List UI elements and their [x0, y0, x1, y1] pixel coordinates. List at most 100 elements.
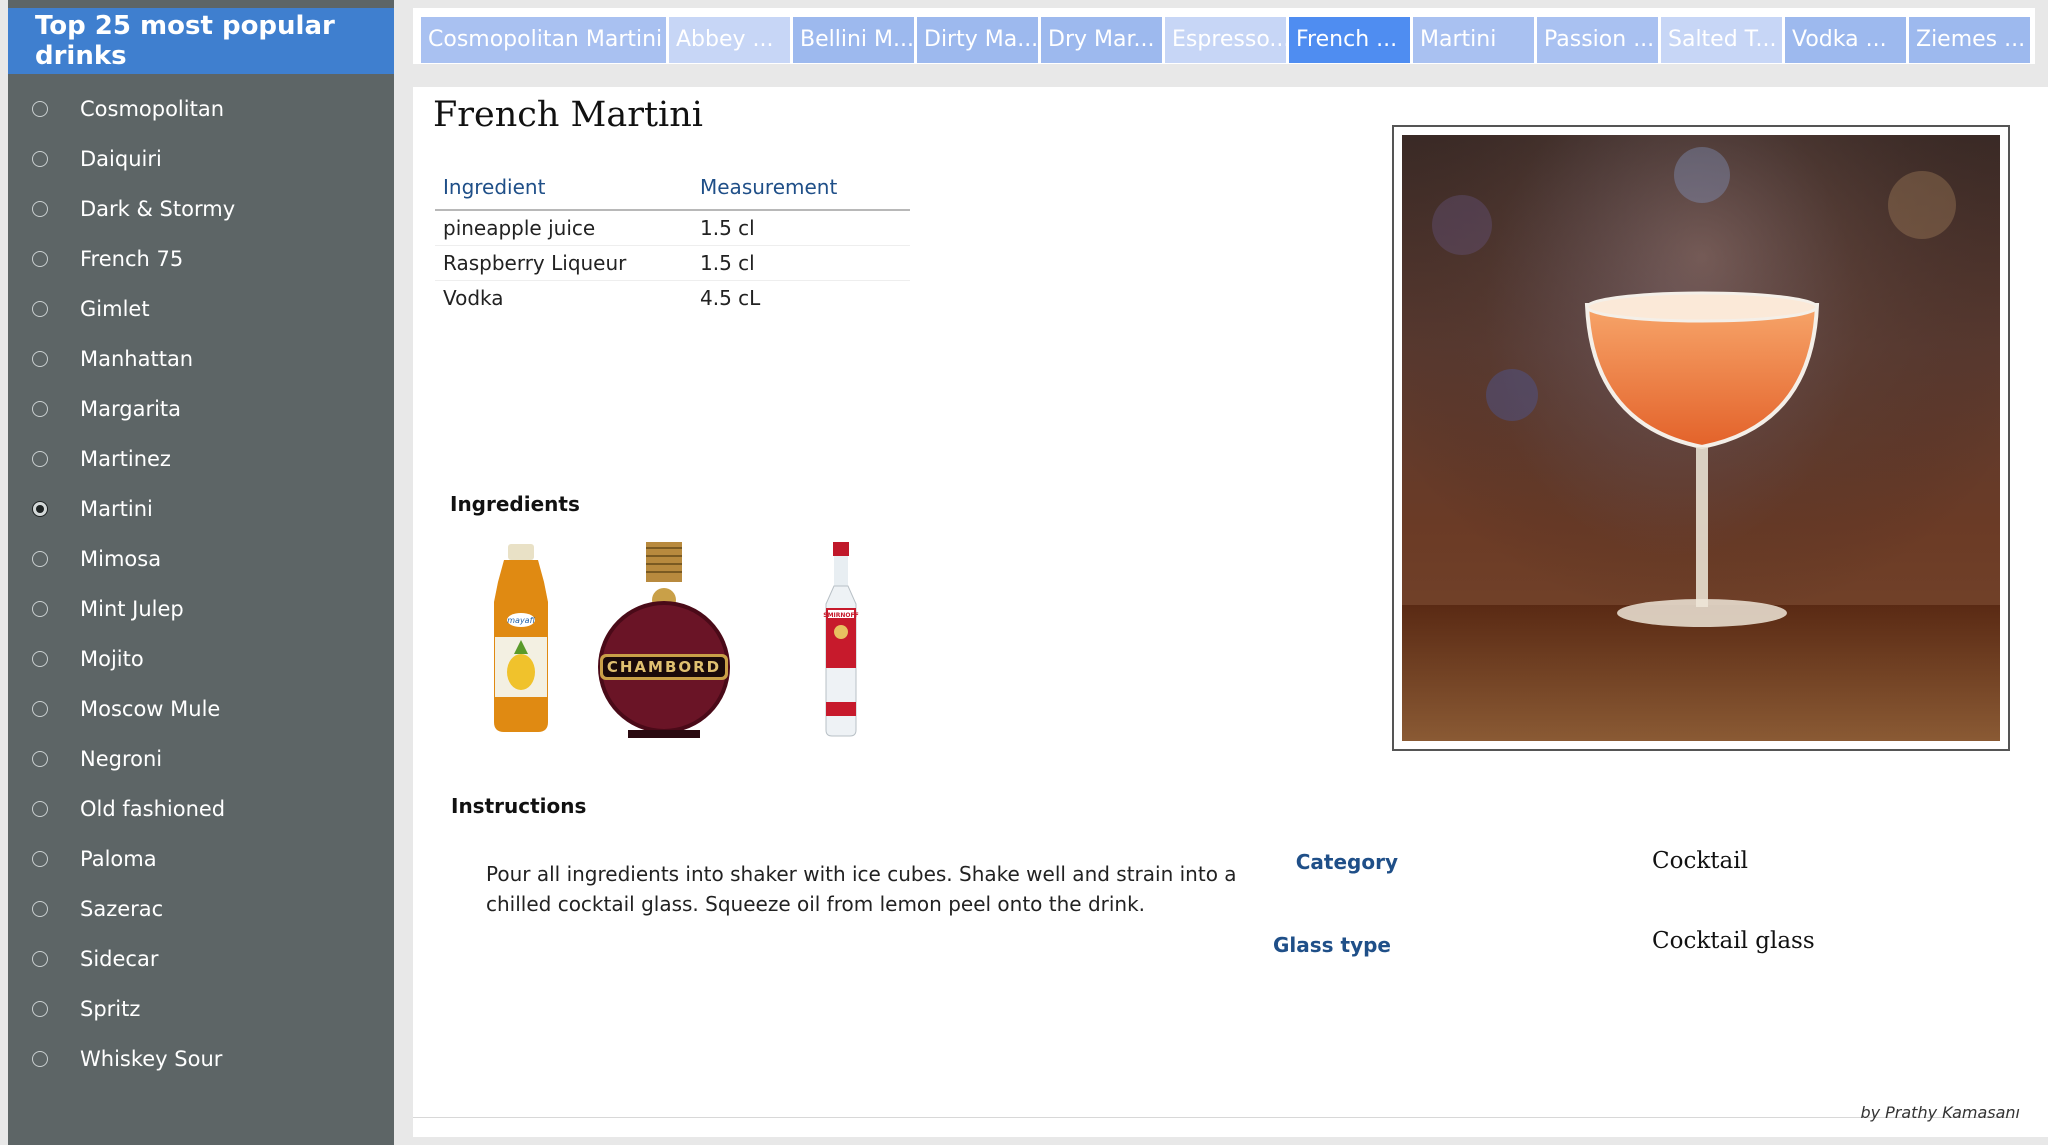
sidebar-item-label: Old fashioned [80, 797, 226, 821]
table-row: pineapple juice 1.5 cl [435, 210, 910, 246]
measurement-cell: 1.5 cl [692, 245, 910, 281]
radio-icon[interactable] [32, 301, 48, 317]
sidebar-item-daiquiri[interactable]: Daiquiri [8, 134, 394, 184]
ingredient-images: mayafi CHAMBORD SMIRNOFF [494, 542, 859, 738]
tab-vodka[interactable]: Vodka ... [1785, 17, 1906, 63]
tab-dry-martini[interactable]: Dry Mar... [1041, 17, 1162, 63]
sidebar-item-label: Whiskey Sour [80, 1047, 223, 1071]
sidebar-item-label: Mimosa [80, 547, 162, 571]
measurement-cell: 4.5 cL [700, 286, 761, 310]
measurement-cell: 1.5 cl [692, 210, 910, 246]
sidebar-item-martini[interactable]: Martini [8, 484, 394, 534]
sidebar-item-label: Spritz [80, 997, 141, 1021]
chambord-bottle-icon: CHAMBORD [598, 542, 730, 738]
sidebar-item-label: Negroni [80, 747, 163, 771]
sidebar-item-mimosa[interactable]: Mimosa [8, 534, 394, 584]
drink-title: French Martini [433, 95, 703, 135]
tab-espresso[interactable]: Espresso... [1165, 17, 1286, 63]
radio-icon[interactable] [32, 251, 48, 267]
sidebar-item-mint-julep[interactable]: Mint Julep [8, 584, 394, 634]
sidebar-item-cosmopolitan[interactable]: Cosmopolitan [8, 84, 394, 134]
tab-bellini[interactable]: Bellini M... [793, 17, 914, 63]
bottle-brand: mayafi [507, 616, 535, 625]
sidebar-item-martinez[interactable]: Martinez [8, 434, 394, 484]
tab-martini[interactable]: Martini [1413, 17, 1534, 63]
author-credit: by Prathy Kamasanı [1860, 1103, 2020, 1122]
drink-list: Cosmopolitan Daiquiri Dark & Stormy Fren… [8, 84, 394, 1084]
sidebar-item-manhattan[interactable]: Manhattan [8, 334, 394, 384]
drink-tab-bar: Cosmopolitan Martini Abbey ... Bellini M… [413, 8, 2035, 64]
sidebar-item-old-fashioned[interactable]: Old fashioned [8, 784, 394, 834]
radio-icon[interactable] [32, 651, 48, 667]
glass-type-label: Glass type [1272, 933, 1391, 957]
radio-icon[interactable] [32, 351, 48, 367]
radio-icon[interactable] [32, 851, 48, 867]
radio-icon[interactable] [32, 1051, 48, 1067]
ingredient-cell: Raspberry Liqueur [435, 245, 692, 281]
pineapple-juice-bottle-icon: mayafi [494, 544, 548, 732]
tab-ziemes[interactable]: Ziemes ... [1909, 17, 2030, 63]
radio-icon[interactable] [32, 551, 48, 567]
sidebar-item-label: Gimlet [80, 297, 150, 321]
sidebar-item-margarita[interactable]: Margarita [8, 384, 394, 434]
sidebar-item-label: Mint Julep [80, 597, 184, 621]
sidebar-item-label: Sidecar [80, 947, 159, 971]
radio-checked-icon[interactable] [32, 501, 48, 517]
tab-dirty-martini[interactable]: Dirty Ma... [917, 17, 1038, 63]
sidebar-item-sidecar[interactable]: Sidecar [8, 934, 394, 984]
sidebar-item-gimlet[interactable]: Gimlet [8, 284, 394, 334]
sidebar-item-dark-stormy[interactable]: Dark & Stormy [8, 184, 394, 234]
sidebar-item-label: Moscow Mule [80, 697, 221, 721]
table-row: Vodka 4.5 cL [435, 281, 910, 316]
bottle-brand: CHAMBORD [607, 658, 721, 676]
tab-abbey[interactable]: Abbey ... [669, 17, 790, 63]
sidebar-item-sazerac[interactable]: Sazerac [8, 884, 394, 934]
radio-icon[interactable] [32, 751, 48, 767]
sidebar: Top 25 most popular drinks Cosmopolitan … [8, 0, 394, 1145]
radio-icon[interactable] [32, 401, 48, 417]
radio-icon[interactable] [32, 701, 48, 717]
sidebar-item-french-75[interactable]: French 75 [8, 234, 394, 284]
sidebar-item-label: Cosmopolitan [80, 97, 225, 121]
sidebar-item-label: Dark & Stormy [80, 197, 236, 221]
radio-icon[interactable] [32, 1001, 48, 1017]
sidebar-item-mojito[interactable]: Mojito [8, 634, 394, 684]
sidebar-item-paloma[interactable]: Paloma [8, 834, 394, 884]
radio-icon[interactable] [32, 951, 48, 967]
sidebar-item-label: Paloma [80, 847, 157, 871]
radio-icon[interactable] [32, 601, 48, 617]
tab-salted[interactable]: Salted T... [1661, 17, 1782, 63]
instructions-heading: Instructions [451, 794, 587, 818]
instructions-text: Pour all ingredients into shaker with ic… [486, 862, 1237, 916]
sidebar-item-label: Martini [80, 497, 153, 521]
tab-french-martini[interactable]: French ... [1289, 17, 1410, 63]
category-label: Category [1295, 850, 1398, 874]
radio-icon[interactable] [32, 451, 48, 467]
column-header-measurement: Measurement [692, 169, 910, 211]
sidebar-item-label: French 75 [80, 247, 184, 271]
radio-icon[interactable] [32, 151, 48, 167]
sidebar-item-label: Daiquiri [80, 147, 162, 171]
ingredient-cell: pineapple juice [435, 210, 692, 246]
radio-icon[interactable] [32, 201, 48, 217]
sidebar-title: Top 25 most popular drinks [8, 8, 394, 74]
drink-photo-frame [1392, 125, 2010, 751]
sidebar-item-negroni[interactable]: Negroni [8, 734, 394, 784]
tab-cosmopolitan-martini[interactable]: Cosmopolitan Martini [421, 17, 666, 63]
sidebar-item-spritz[interactable]: Spritz [8, 984, 394, 1034]
radio-icon[interactable] [32, 101, 48, 117]
tab-passion[interactable]: Passion ... [1537, 17, 1658, 63]
sidebar-item-label: Martinez [80, 447, 171, 471]
sidebar-item-label: Sazerac [80, 897, 164, 921]
glass-type-value: Cocktail glass [1652, 928, 1815, 954]
radio-icon[interactable] [32, 901, 48, 917]
table-row: Raspberry Liqueur 1.5 cl [435, 245, 910, 281]
column-header-ingredient: Ingredient [435, 169, 692, 211]
radio-icon[interactable] [32, 801, 48, 817]
drink-photo [1402, 135, 2000, 741]
smirnoff-bottle-icon: SMIRNOFF [823, 542, 859, 737]
sidebar-item-whiskey-sour[interactable]: Whiskey Sour [8, 1034, 394, 1084]
sidebar-item-moscow-mule[interactable]: Moscow Mule [8, 684, 394, 734]
sidebar-item-label: Manhattan [80, 347, 194, 371]
ingredient-cell: Vodka [443, 286, 504, 310]
